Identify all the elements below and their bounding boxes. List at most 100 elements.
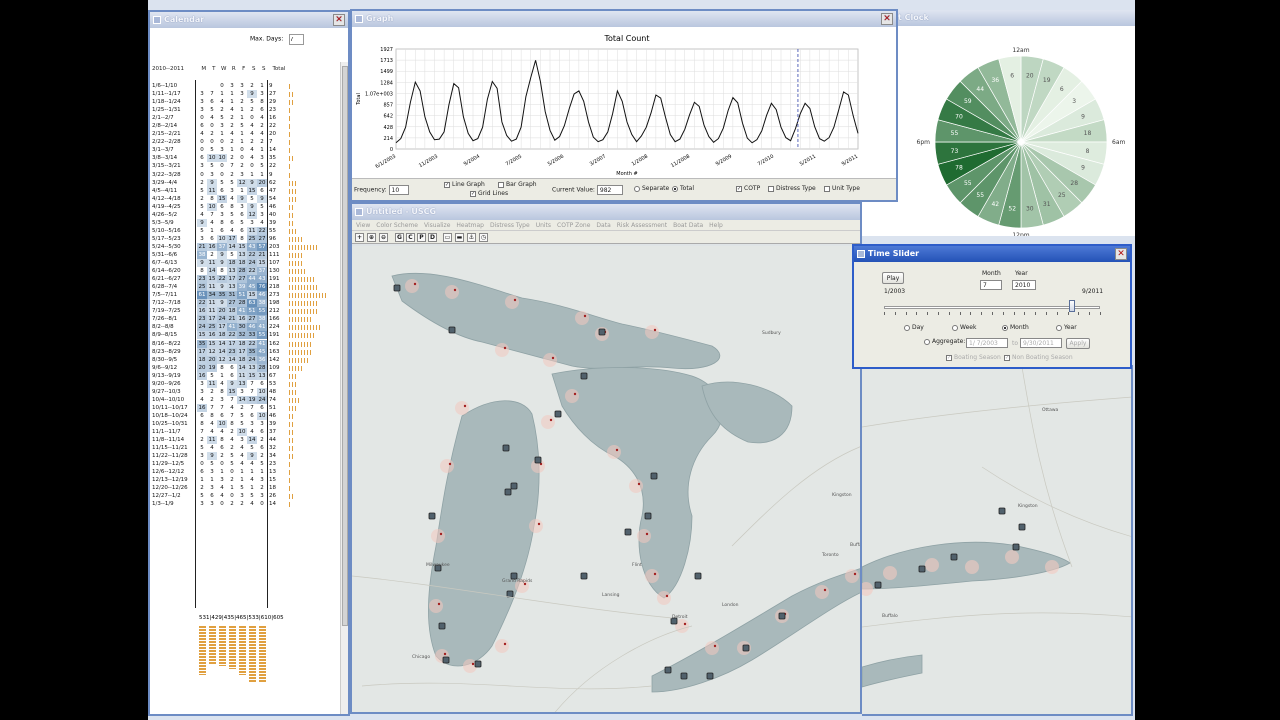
day-cell[interactable]: 5: [217, 114, 227, 122]
day-cell[interactable]: 1: [217, 468, 227, 476]
day-cell[interactable]: 4: [247, 460, 257, 468]
calendar-week-row[interactable]: 12/27--1/2 5 6 4 0 3 5 3 26: [150, 492, 348, 500]
tool-button-c[interactable]: C: [406, 233, 415, 242]
day-cell[interactable]: 5: [197, 444, 207, 452]
day-cell[interactable]: 3: [207, 171, 217, 179]
day-cell[interactable]: 6: [197, 412, 207, 420]
day-cell[interactable]: 28: [257, 363, 267, 372]
day-cell[interactable]: 1: [237, 114, 247, 122]
day-cell[interactable]: 17: [197, 347, 207, 356]
day-cell[interactable]: 38: [197, 250, 207, 259]
day-cell[interactable]: 1: [227, 90, 237, 98]
day-cell[interactable]: 22: [257, 226, 267, 235]
day-cell[interactable]: 13: [247, 363, 257, 372]
day-cell[interactable]: 9: [217, 299, 227, 308]
select-tool-icon[interactable]: ▭: [443, 233, 452, 242]
day-cell[interactable]: 3: [237, 90, 247, 98]
day-cell[interactable]: 10: [217, 419, 227, 428]
day-cell[interactable]: 17: [227, 339, 237, 348]
day-cell[interactable]: 5: [227, 179, 237, 187]
calendar-week-row[interactable]: 5/31--6/6 38 2 9 5 13 22 21 111: [150, 250, 348, 259]
day-cell[interactable]: [197, 82, 207, 90]
day-cell[interactable]: 9: [247, 452, 257, 461]
day-cell[interactable]: 3: [247, 219, 257, 227]
menu-item[interactable]: Heatmap: [456, 222, 484, 229]
day-cell[interactable]: 5: [257, 162, 267, 170]
day-cell[interactable]: 6: [257, 444, 267, 452]
day-cell[interactable]: 18: [237, 339, 247, 348]
day-cell[interactable]: 9: [197, 259, 207, 268]
day-cell[interactable]: 10: [237, 428, 247, 437]
day-cell[interactable]: 63: [247, 299, 257, 308]
pan-tool-icon[interactable]: ▬: [455, 233, 464, 242]
day-cell[interactable]: 8: [207, 195, 217, 203]
day-cell[interactable]: 31: [227, 291, 237, 300]
day-cell[interactable]: 4: [227, 404, 237, 412]
calendar-week-row[interactable]: 12/20--12/26 2 3 4 1 5 1 2 18: [150, 484, 348, 492]
day-cell[interactable]: 0: [217, 162, 227, 170]
day-cell[interactable]: 4: [197, 130, 207, 138]
bar-graph-checkbox[interactable]: Bar Graph: [498, 181, 537, 188]
day-cell[interactable]: 2: [207, 251, 217, 259]
calendar-week-row[interactable]: 12/6--12/12 6 3 1 0 1 1 1 13: [150, 468, 348, 476]
day-cell[interactable]: 16: [197, 403, 207, 412]
calendar-week-row[interactable]: 5/17--5/23 3 6 10 17 8 25 27 96: [150, 234, 348, 243]
calendar-week-row[interactable]: 3/29--4/4 2 9 5 5 12 9 20 62: [150, 178, 348, 187]
day-cell[interactable]: 16: [197, 371, 207, 380]
aggregate-from-select[interactable]: 1/ 7/2003: [966, 338, 1008, 348]
day-cell[interactable]: 4: [207, 444, 217, 452]
day-cell[interactable]: 4: [247, 122, 257, 130]
calendar-week-row[interactable]: 3/15--3/21 3 5 0 7 2 0 5 22: [150, 162, 348, 170]
day-cell[interactable]: 6: [227, 372, 237, 380]
day-cell[interactable]: 16: [207, 331, 217, 340]
day-cell[interactable]: 6: [227, 364, 237, 372]
calendar-week-row[interactable]: 7/5--7/11 61 34 35 31 51 15 46 273: [150, 291, 348, 300]
day-cell[interactable]: 0: [247, 114, 257, 122]
day-cell[interactable]: 2: [257, 122, 267, 130]
day-cell[interactable]: 5: [237, 219, 247, 227]
day-cell[interactable]: 38: [257, 299, 267, 308]
calendar-week-row[interactable]: 1/25--1/31 3 5 2 4 1 2 6 23: [150, 106, 348, 114]
menu-item[interactable]: Data: [596, 222, 610, 229]
graph-titlebar[interactable]: Graph ✕: [352, 11, 896, 27]
day-cell[interactable]: 38: [257, 315, 267, 324]
day-cell[interactable]: 24: [197, 323, 207, 332]
day-cell[interactable]: 4: [207, 219, 217, 227]
day-cell[interactable]: 39: [237, 283, 247, 292]
day-cell[interactable]: 11: [247, 226, 257, 235]
day-cell[interactable]: 9: [207, 452, 217, 461]
day-cell[interactable]: 12: [247, 210, 257, 219]
aggregate-to-select[interactable]: 9/30/2011: [1020, 338, 1062, 348]
day-cell[interactable]: 3: [197, 452, 207, 460]
day-cell[interactable]: 1: [227, 484, 237, 492]
calendar-week-row[interactable]: 4/26--5/2 4 7 3 5 6 12 3 40: [150, 210, 348, 219]
day-cell[interactable]: 18: [237, 355, 247, 364]
day-cell[interactable]: 2: [197, 179, 207, 187]
day-cell[interactable]: 15: [257, 259, 267, 268]
day-cell[interactable]: 21: [197, 242, 207, 251]
day-cell[interactable]: 15: [207, 275, 217, 284]
day-cell[interactable]: 2: [247, 138, 257, 146]
day-cell[interactable]: 4: [247, 476, 257, 484]
day-cell[interactable]: 6: [197, 154, 207, 162]
day-cell[interactable]: 45: [247, 283, 257, 292]
day-cell[interactable]: 3: [217, 476, 227, 484]
day-cell[interactable]: 2: [257, 138, 267, 146]
day-cell[interactable]: 0: [197, 114, 207, 122]
day-cell[interactable]: 24: [247, 355, 257, 364]
day-cell[interactable]: 6: [207, 235, 217, 243]
calendar-week-row[interactable]: 11/22--11/28 3 9 2 5 4 9 2 34: [150, 452, 348, 461]
day-cell[interactable]: 7: [197, 428, 207, 436]
day-cell[interactable]: 1: [207, 476, 217, 484]
day-cell[interactable]: 4: [237, 452, 247, 460]
day-cell[interactable]: 2: [257, 436, 267, 444]
day-cell[interactable]: 3: [237, 436, 247, 444]
day-cell[interactable]: 4: [227, 106, 237, 114]
time-slider-track[interactable]: [884, 300, 1101, 320]
calendar-scrollbar[interactable]: [340, 62, 348, 714]
calendar-week-row[interactable]: 2/1--2/7 0 4 5 2 1 0 4 16: [150, 114, 348, 122]
day-cell[interactable]: 21: [227, 315, 237, 324]
day-cell[interactable]: 2: [197, 484, 207, 492]
day-cell[interactable]: 6: [257, 428, 267, 436]
day-cell[interactable]: 22: [247, 339, 257, 348]
